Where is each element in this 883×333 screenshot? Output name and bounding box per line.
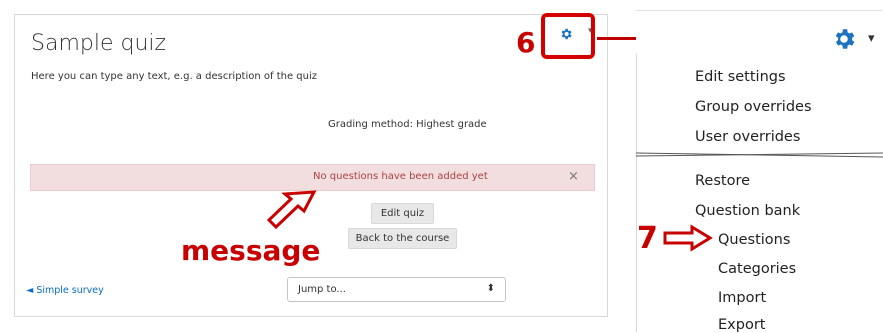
select-arrows-icon: ⬍ [486, 283, 495, 294]
message-arrow [266, 190, 317, 230]
close-icon[interactable]: × [568, 169, 579, 184]
edit-quiz-button[interactable]: Edit quiz [371, 203, 434, 224]
grading-method: Grading method: Highest grade [328, 119, 487, 130]
step-6-label: 6 [516, 26, 536, 59]
step-7-label: 7 [637, 221, 658, 256]
menu-item-categories[interactable]: Categories [718, 261, 796, 277]
gear-icon[interactable] [831, 26, 857, 52]
jump-to-select[interactable]: Jump to... ⬍ [287, 277, 506, 302]
menu-item-import[interactable]: Import [718, 290, 766, 306]
back-to-course-button[interactable]: Back to the course [348, 228, 457, 249]
menu-item-export[interactable]: Export [718, 317, 765, 333]
gear-highlight-box [541, 13, 595, 59]
menu-item-questions[interactable]: Questions [718, 232, 790, 248]
message-label: message [181, 234, 321, 267]
menu-item-edit-settings[interactable]: Edit settings [695, 69, 786, 85]
quiz-description: Here you can type any text, e.g. a descr… [31, 71, 318, 82]
menu-torn-separator [636, 152, 883, 158]
menu-item-question-bank[interactable]: Question bank [695, 203, 800, 219]
jump-to-value: Jump to... [298, 284, 346, 295]
alert-text: No questions have been added yet [313, 171, 488, 182]
divider [636, 10, 883, 11]
quiz-panel: Sample quiz Here you can type any text, … [14, 14, 608, 317]
divider [636, 54, 637, 332]
chevron-down-icon[interactable]: ▾ [868, 31, 875, 46]
menu-item-user-overrides[interactable]: User overrides [695, 129, 800, 145]
page-title: Sample quiz [31, 31, 167, 56]
menu-item-restore[interactable]: Restore [695, 173, 750, 189]
menu-item-group-overrides[interactable]: Group overrides [695, 99, 812, 115]
step-7-arrow [663, 224, 713, 252]
previous-activity-link[interactable]: ◄ Simple survey [26, 285, 104, 296]
